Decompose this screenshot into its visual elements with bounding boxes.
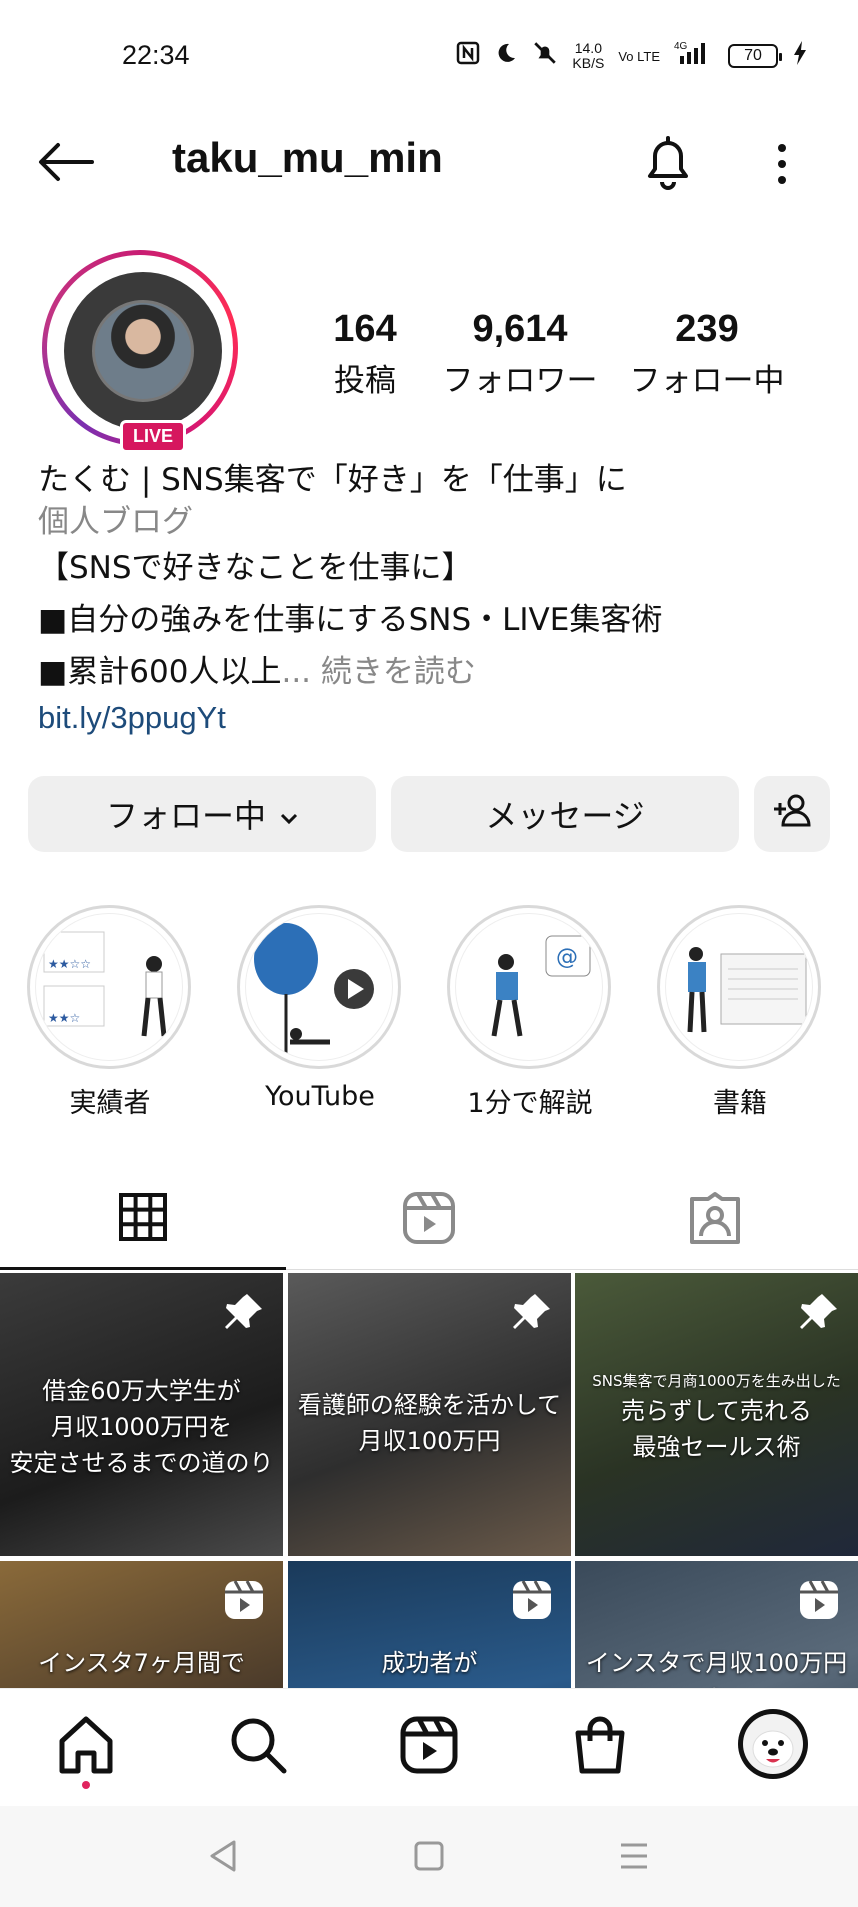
bio-line: ■自分の強みを仕事にするSNS・LIVE集客術 — [38, 602, 663, 638]
pin-icon — [225, 1294, 262, 1329]
story-highlights: ★★☆☆ ★★☆ 実績者 YouTube @ 1分で解説 書籍 — [0, 905, 858, 1119]
bio: たくむ | SNS集客で「好き」を「仕事」に 個人ブログ 【SNSで好きなことを… — [38, 458, 838, 740]
signal-icon: 4G — [674, 40, 714, 72]
nfc-icon — [456, 41, 480, 71]
status-icons: 14.0 KB/S Vo LTE 4G 70 — [456, 40, 808, 72]
avatar-photo — [92, 300, 194, 402]
add-user-button[interactable] — [754, 776, 830, 852]
highlight-item[interactable]: @ 1分で解説 — [447, 905, 613, 1120]
arrow-left-icon[interactable] — [38, 142, 94, 182]
post-thumbnail[interactable]: 成功者が — [288, 1561, 571, 1688]
profile-avatar[interactable] — [736, 1707, 810, 1781]
mute-icon — [532, 40, 558, 72]
bio-line: ■累計600人以上... 続きを読む — [38, 654, 476, 690]
avatar[interactable]: LIVE — [42, 250, 238, 453]
message-button[interactable]: メッセージ — [391, 776, 739, 852]
moon-icon — [494, 41, 518, 71]
tab-reels[interactable] — [286, 1170, 572, 1270]
kebab-icon[interactable] — [770, 140, 794, 188]
system-nav — [0, 1806, 858, 1907]
add-user-icon — [772, 793, 812, 835]
following-button[interactable]: フォロー中 — [28, 776, 376, 852]
clock: 22:34 — [122, 40, 190, 70]
svg-text:★★☆: ★★☆ — [48, 1011, 80, 1025]
notification-dot — [82, 1781, 90, 1789]
highlight-item[interactable]: ★★☆☆ ★★☆ 実績者 — [27, 905, 193, 1120]
page-title: taku_mu_min — [172, 134, 443, 181]
post-thumbnail[interactable]: インスタで月収100万円を — [575, 1561, 858, 1688]
bottom-nav — [0, 1688, 858, 1806]
profile-tabs — [0, 1170, 858, 1270]
highlight-item[interactable]: YouTube — [237, 905, 403, 1112]
reels-icon — [800, 1580, 838, 1619]
tab-tagged[interactable] — [572, 1170, 858, 1270]
back-nav-icon[interactable] — [206, 1838, 240, 1878]
tab-posts[interactable] — [0, 1170, 286, 1270]
recents-nav-icon[interactable] — [618, 1840, 650, 1876]
reels-icon — [402, 1191, 456, 1249]
highlight-cover: @ — [455, 913, 603, 1061]
display-name: たくむ | SNS集客で「好き」を「仕事」に — [38, 462, 627, 498]
home-icon[interactable] — [54, 1713, 118, 1777]
highlight-cover — [245, 913, 393, 1061]
highlight-cover — [665, 913, 813, 1061]
pin-icon — [513, 1294, 550, 1329]
chevron-down-icon — [280, 795, 298, 833]
charging-icon — [792, 40, 808, 72]
pin-icon — [800, 1294, 837, 1329]
shop-icon[interactable] — [568, 1713, 632, 1777]
profile-stats: 164 投稿 9,614 フォロワー 239 フォロー中 — [300, 308, 840, 400]
svg-text:@: @ — [556, 945, 578, 970]
svg-text:★★☆☆: ★★☆☆ — [48, 957, 91, 971]
bell-icon[interactable] — [640, 132, 696, 192]
stat-followers[interactable]: 9,614 フォロワー — [430, 308, 610, 400]
search-icon[interactable] — [226, 1713, 290, 1777]
highlight-cover: ★★☆☆ ★★☆ — [35, 913, 183, 1061]
grid-icon — [118, 1192, 168, 1246]
volte-indicator: Vo LTE — [618, 48, 660, 64]
reels-icon[interactable] — [397, 1713, 461, 1777]
category-label: 個人ブログ — [38, 504, 193, 540]
network-speed: 14.0 KB/S — [572, 40, 605, 71]
reels-icon — [513, 1580, 551, 1619]
post-thumbnail[interactable]: 借金60万大学生が 月収1000万円を 安定させるまでの道のり — [0, 1273, 283, 1556]
svg-text:4G: 4G — [674, 41, 688, 52]
profile-header: taku_mu_min — [0, 120, 858, 200]
reels-icon — [225, 1580, 263, 1619]
posts-grid: 借金60万大学生が 月収1000万円を 安定させるまでの道のり 看護師の経験を活かし… — [0, 1273, 858, 1688]
stat-following[interactable]: 239 フォロー中 — [622, 308, 792, 400]
post-thumbnail[interactable]: SNS集客で月商1000万を生み出した 売らずして売れる 最強セールス術 — [575, 1273, 858, 1556]
live-badge: LIVE — [120, 420, 187, 453]
status-bar: 22:34 14.0 KB/S Vo LTE 4G 70 — [0, 0, 858, 110]
tagged-icon — [688, 1191, 742, 1249]
stat-posts[interactable]: 164 投稿 — [300, 308, 430, 400]
bio-line: 【SNSで好きなことを仕事に】 — [38, 550, 473, 586]
read-more-link[interactable]: ... 続きを読む — [281, 654, 475, 690]
highlight-item[interactable]: 書籍 — [657, 905, 823, 1120]
post-thumbnail[interactable]: インスタ7ヶ月間で — [0, 1561, 283, 1688]
home-nav-icon[interactable] — [413, 1840, 445, 1876]
bio-link[interactable]: bit.ly/3ppugYt — [38, 696, 838, 740]
battery-indicator: 70 — [728, 44, 782, 68]
post-thumbnail[interactable]: 看護師の経験を活かして 月収100万円 — [288, 1273, 571, 1556]
